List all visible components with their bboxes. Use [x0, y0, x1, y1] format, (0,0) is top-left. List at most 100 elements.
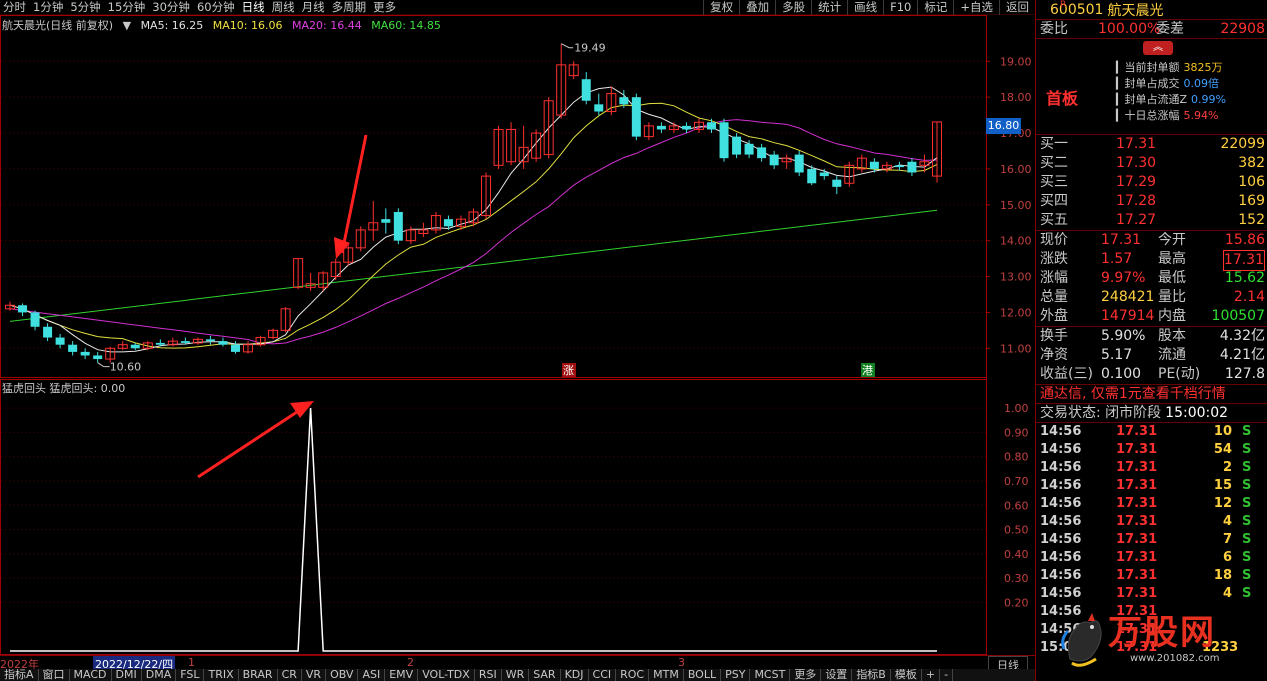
indicator-tab[interactable]: - [940, 669, 954, 681]
period-tab[interactable]: 60分钟 [194, 0, 239, 15]
candle-body [707, 122, 717, 130]
bid-label: 买三 [1040, 174, 1068, 190]
bid-row[interactable]: 买四 17.28 169 [1036, 192, 1267, 211]
period-tab[interactable]: 更多 [370, 0, 400, 15]
indicator-tab[interactable]: BOLL [684, 669, 722, 681]
indicator-tab[interactable]: VR [302, 669, 327, 681]
period-tab[interactable]: 月线 [299, 0, 329, 15]
trade-volume: 54 [1213, 442, 1232, 457]
period-tab[interactable]: 日线 [239, 0, 269, 15]
weibi-label: 委比 [1040, 21, 1068, 37]
indicator-tab[interactable]: PSY [721, 669, 751, 681]
period-tab[interactable]: 周线 [269, 0, 299, 15]
trade-volume: 7 [1222, 532, 1232, 547]
indicator-tab[interactable]: WR [502, 669, 530, 681]
dropdown-icon[interactable]: ▼ [123, 19, 131, 32]
bid-row[interactable]: 买一 17.31 22099 [1036, 135, 1267, 154]
seal-value: 0.99% [1191, 93, 1226, 106]
chevron-up-icon[interactable]: ︽ [1143, 41, 1173, 55]
trade-row: 14:56 17.31 4 S [1036, 585, 1267, 603]
bid-row[interactable]: 买三 17.29 106 [1036, 173, 1267, 192]
period-tab[interactable]: 1分钟 [30, 0, 67, 15]
indicator-tab[interactable]: DMA [142, 669, 177, 681]
bid-label: 买二 [1040, 155, 1068, 171]
indicator-tab[interactable]: 窗口 [39, 669, 70, 681]
indicator-tab[interactable]: RSI [475, 669, 502, 681]
trade-volume: 12 [1213, 496, 1232, 511]
month-label: 2 [407, 656, 414, 669]
quote-value: 5.90% [1101, 328, 1146, 344]
candle-body [381, 219, 391, 223]
indicator-tab[interactable]: 设置 [821, 669, 853, 681]
trade-time: 14:56 [1040, 568, 1082, 583]
trade-side: S [1242, 424, 1252, 439]
indicator-tab[interactable]: MCST [750, 669, 791, 681]
toolbar-button[interactable]: +自选 [953, 0, 999, 15]
indicator-tab[interactable]: 指标B [852, 669, 891, 681]
indicator-tab[interactable]: FSL [176, 669, 205, 681]
high-pointer [560, 43, 574, 49]
candle-body [218, 341, 228, 345]
watermark-logo: 万股网 www.201082.com [1060, 605, 1265, 675]
period-tab[interactable]: 5分钟 [67, 0, 104, 15]
toolbar-button[interactable]: 统计 [811, 0, 847, 15]
ad-ticker[interactable]: 通达信, 仅需1元查看千档行情 [1036, 385, 1267, 404]
quote-label: 收益(三) [1040, 366, 1093, 382]
indicator-tab[interactable]: ASI [358, 669, 386, 681]
kline-chart[interactable]: 19.0018.0017.0016.0015.0014.0013.0012.00… [0, 15, 1035, 655]
candle-body [30, 312, 40, 327]
indicator-tab[interactable]: VOL-TDX [418, 669, 475, 681]
period-tab[interactable]: 分时 [0, 0, 30, 15]
bid-row[interactable]: 买五 17.27 152 [1036, 211, 1267, 230]
stock-name: 航天晨光 [1107, 2, 1164, 19]
logo-text: 万股网 [1108, 613, 1216, 653]
toolbar-button[interactable]: F10 [883, 0, 917, 15]
period-tab[interactable]: 15分钟 [105, 0, 150, 15]
toolbar-button[interactable]: 复权 [703, 0, 739, 15]
seal-value: 0.09倍 [1183, 77, 1219, 90]
indicator-tab[interactable]: KDJ [561, 669, 589, 681]
ma60-value: MA60: 14.85 [371, 19, 441, 32]
candle-body [68, 344, 78, 352]
toolbar-button[interactable]: 标记 [917, 0, 953, 15]
toolbar-button[interactable]: 返回 [999, 0, 1035, 15]
indicator-tab[interactable]: CCI [589, 669, 617, 681]
indicator-tab[interactable]: MTM [649, 669, 684, 681]
quote-row: 收益(三) 0.100 PE(动) 127.8 [1036, 365, 1267, 384]
indicator-tabs: 指标A 窗口 MACD DMI DMA FSL TRIX BRAR CR VR OBV ASI EMV V… [0, 669, 1035, 681]
indicator-tab[interactable]: MACD [70, 669, 112, 681]
trade-row: 14:56 17.31 54 S [1036, 441, 1267, 459]
indicator-tab[interactable]: 模板 [891, 669, 922, 681]
indicator-tick-label: 0.60 [1004, 499, 1029, 512]
indicator-tab[interactable]: + [922, 669, 941, 681]
indicator-tab[interactable]: 更多 [790, 669, 822, 681]
bid-row[interactable]: 买二 17.30 382 [1036, 154, 1267, 173]
quote-label: 最高 [1158, 251, 1186, 267]
chart-area[interactable]: 19.0018.0017.0016.0015.0014.0013.0012.00… [0, 15, 1035, 655]
arrow-annotation [340, 134, 368, 254]
indicator-tab[interactable]: EMV [385, 669, 419, 681]
period-tab[interactable]: 30分钟 [149, 0, 194, 15]
trade-price: 17.31 [1116, 496, 1158, 511]
indicator-tab[interactable]: ROC [616, 669, 650, 681]
toolbar-button[interactable]: 叠加 [739, 0, 775, 15]
price-tick-label: 12.00 [1000, 306, 1032, 319]
bid-volume: 152 [1238, 212, 1265, 228]
trade-volume: 2 [1222, 460, 1232, 475]
toolbar-button[interactable]: 画线 [847, 0, 883, 15]
indicator-tab[interactable]: BRAR [239, 669, 278, 681]
trade-row: 14:56 17.31 4 S [1036, 513, 1267, 531]
trade-time: 14:56 [1040, 532, 1082, 547]
indicator-tab[interactable]: OBV [326, 669, 359, 681]
indicator-tab[interactable]: 指标A [0, 669, 39, 681]
period-tab[interactable]: 多周期 [329, 0, 371, 15]
toolbar-button[interactable]: 多股 [775, 0, 811, 15]
indicator-tab[interactable]: DMI [112, 669, 142, 681]
trade-side: S [1242, 550, 1252, 565]
indicator-tab[interactable]: TRIX [204, 669, 239, 681]
trade-price: 17.31 [1116, 460, 1158, 475]
indicator-tab[interactable]: CR [278, 669, 302, 681]
indicator-tab[interactable]: SAR [529, 669, 561, 681]
quote-label: 现价 [1040, 232, 1068, 248]
main-frame [0, 15, 987, 378]
